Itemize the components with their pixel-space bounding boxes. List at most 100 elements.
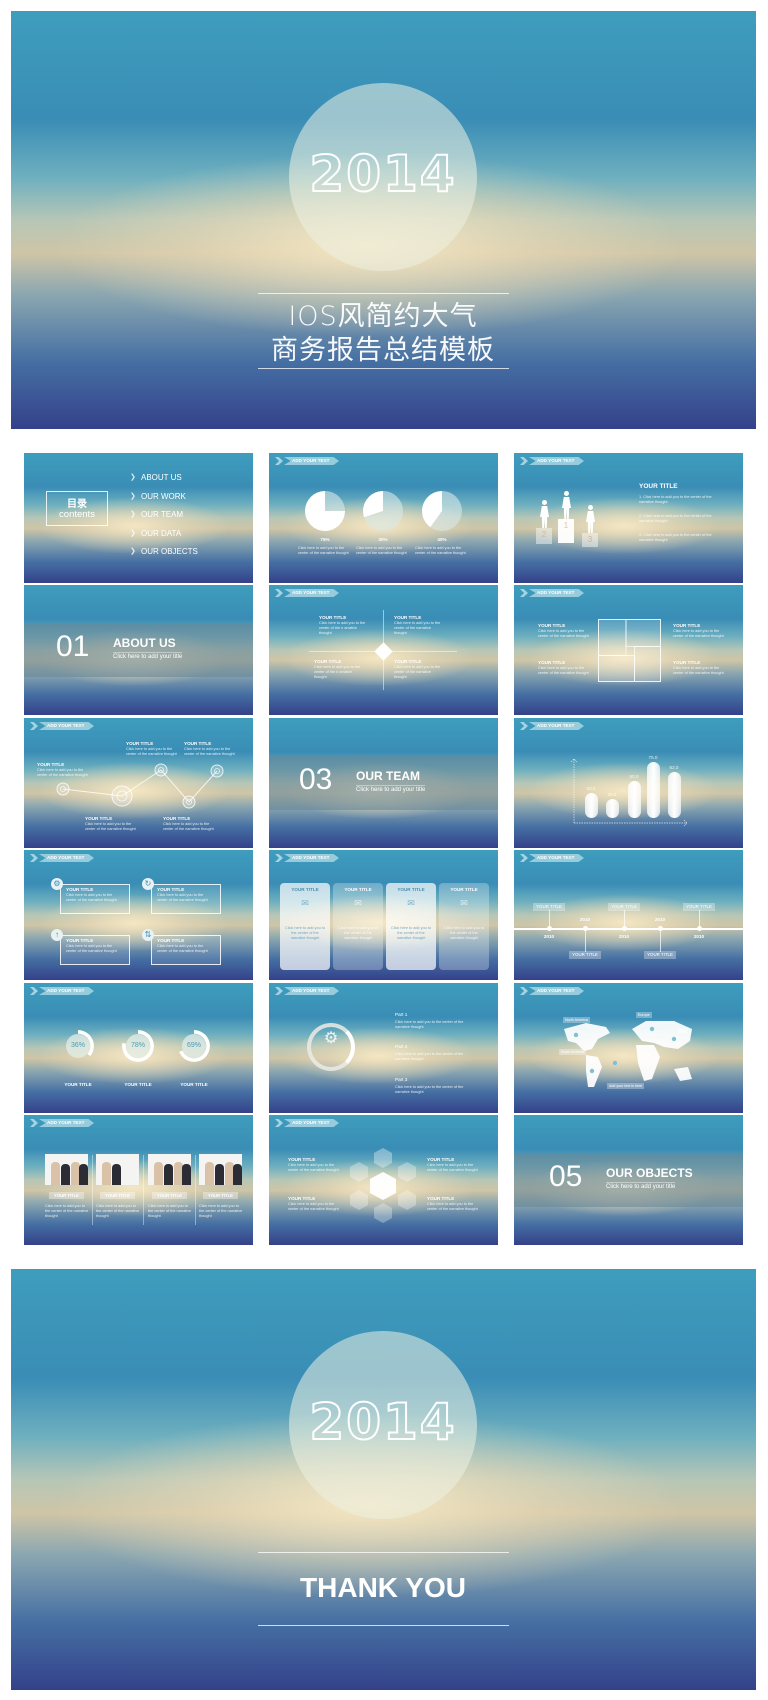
photo-title: YOUR TITLE bbox=[100, 1192, 135, 1199]
cover-slide[interactable]: 2014 IOS风简约大气 商务报告总结模板 bbox=[11, 11, 756, 429]
slide-podium[interactable]: ADD YOUR TEXT 2 1 3 YOUR TITLE 1. Click here … bbox=[514, 453, 743, 583]
contents-title-cn: 目录 bbox=[67, 499, 87, 510]
divider bbox=[258, 1625, 509, 1626]
block-title: YOUR TITLE bbox=[427, 1157, 455, 1162]
person bbox=[154, 1162, 163, 1185]
person bbox=[61, 1164, 70, 1185]
header-ribbon: ADD YOUR TEXT bbox=[30, 987, 94, 995]
connector bbox=[549, 910, 550, 927]
donut-label: 36% bbox=[70, 1042, 85, 1049]
photo-title: YOUR TITLE bbox=[152, 1192, 187, 1199]
block-text: Click here to add you to the center of t… bbox=[66, 944, 117, 954]
contents-item[interactable]: OUR OBJECTS bbox=[141, 547, 198, 556]
pie-chart bbox=[422, 491, 462, 531]
person bbox=[205, 1162, 214, 1185]
timeline-year: 2010 bbox=[543, 934, 555, 939]
photo-title: YOUR TITLE bbox=[203, 1192, 238, 1199]
team-photo bbox=[45, 1154, 88, 1185]
connector bbox=[624, 910, 625, 927]
slide-diamond[interactable]: ADD YOUR TEXT YOUR TITLE Click here to add… bbox=[269, 585, 498, 715]
slide-section-our-team[interactable]: 03 OUR TEAM Click here to add your title bbox=[269, 718, 498, 848]
slide-gear-parts[interactable]: ADD YOUR TEXT ⚙ Part 1 Click here to add yo… bbox=[269, 983, 498, 1113]
slide-section-our-objects[interactable]: 05 OUR OBJECTS Click here to add your titl… bbox=[514, 1115, 743, 1245]
line-node bbox=[182, 795, 196, 809]
photo-text: Click here to add you to the center of t… bbox=[96, 1204, 140, 1219]
pie-caption: Click here to add you to the center of t… bbox=[415, 546, 466, 556]
slide-icon-boxes[interactable]: ADD YOUR TEXT ⚙ YOUR TITLE Click here to ad… bbox=[24, 850, 253, 980]
ending-slide[interactable]: 2014 THANK YOU bbox=[11, 1269, 756, 1690]
card-title: YOUR TITLE bbox=[344, 887, 372, 892]
contents-item[interactable]: OUR WORK bbox=[141, 492, 186, 501]
bar bbox=[584, 793, 598, 818]
contents-item[interactable]: OUR DATA bbox=[141, 529, 181, 538]
slide-timeline[interactable]: ADD YOUR TEXT YOUR TITLE 2010 YOUR TITLE 201… bbox=[514, 850, 743, 980]
mail-icon: ✉ bbox=[354, 898, 362, 908]
block-title: YOUR TITLE bbox=[319, 615, 347, 620]
pie-chart bbox=[305, 491, 345, 531]
center-hexagon bbox=[370, 1172, 396, 1200]
contents-item[interactable]: ABOUT US bbox=[141, 473, 182, 482]
slide-team-photos[interactable]: ADD YOUR TEXT YOUR TITLE Click here to add… bbox=[24, 1115, 253, 1245]
person bbox=[182, 1164, 191, 1185]
part-text: Click here to add you to the center of t… bbox=[395, 1052, 464, 1062]
slide-hexagons[interactable]: ADD YOUR TEXT YOUR TITLE Click here to add… bbox=[269, 1115, 498, 1245]
hexagon bbox=[398, 1190, 416, 1210]
donut-label: 69% bbox=[186, 1042, 201, 1049]
team-photo bbox=[96, 1154, 139, 1185]
block-text: Click here to add you to the center of t… bbox=[538, 629, 589, 639]
header-label: ADD YOUR TEXT bbox=[39, 1119, 94, 1127]
block-title: YOUR TITLE bbox=[157, 938, 185, 943]
podium-item: 1. Click here to add you to the center o… bbox=[639, 495, 712, 505]
divider bbox=[143, 1155, 144, 1225]
podium-item: 2. Click here to add you to the center o… bbox=[639, 514, 712, 524]
map-label: Europe bbox=[636, 1012, 652, 1018]
line-node bbox=[56, 782, 70, 796]
chevron-right-icon: ❯ bbox=[130, 548, 136, 555]
header-label: ADD YOUR TEXT bbox=[39, 987, 94, 995]
person-icon bbox=[564, 491, 569, 496]
hexagon bbox=[350, 1190, 368, 1210]
thank-you-text: THANK YOU bbox=[300, 1572, 466, 1603]
section-subtitle: Click here to add your title bbox=[113, 652, 183, 660]
map-label: Add your text in here bbox=[607, 1083, 645, 1089]
slide-squares[interactable]: ADD YOUR TEXT YOUR TITLE Click here to add… bbox=[514, 585, 743, 715]
podium-number: 1 bbox=[563, 521, 569, 530]
divider bbox=[92, 1155, 93, 1225]
slide-bar-chart[interactable]: ADD YOUR TEXT 33.0 25.0 50.0 75.0 62.0 bbox=[514, 718, 743, 848]
slide-pie-charts[interactable]: ADD YOUR TEXT 75% Click here to add you to… bbox=[269, 453, 498, 583]
card-title: YOUR TITLE bbox=[291, 887, 319, 892]
section-number: 03 bbox=[299, 763, 333, 796]
header-ribbon: ADD YOUR TEXT bbox=[275, 1119, 339, 1127]
line-node bbox=[210, 764, 224, 778]
bar bbox=[667, 771, 681, 818]
slide-donuts[interactable]: ADD YOUR TEXT 36% YOUR TITLE 78% YOUR TITLE 6… bbox=[24, 983, 253, 1113]
section-number: 01 bbox=[56, 630, 90, 663]
world-map bbox=[564, 1021, 692, 1087]
pie-label: 40% bbox=[437, 537, 447, 542]
block-text: Click here to add you to the center of t… bbox=[288, 1202, 339, 1212]
ending-year: 2014 bbox=[308, 1392, 457, 1452]
slide-world-map[interactable]: ADD YOUR TEXT North America Europe Asia Sout… bbox=[514, 983, 743, 1113]
slide-cards[interactable]: ADD YOUR TEXT YOUR TITLE ✉ Click here to ad… bbox=[269, 850, 498, 980]
podium-number: 2 bbox=[541, 530, 547, 539]
block-text: Click here to add you to the center of t… bbox=[427, 1163, 478, 1173]
hexagon bbox=[398, 1162, 416, 1182]
header-label: ADD YOUR TEXT bbox=[39, 854, 94, 862]
slide-contents[interactable]: 目录 contents ❯ ABOUT US ❯ OUR WORK ❯ OUR TEAM ❯ OU… bbox=[24, 453, 253, 583]
person-icon bbox=[588, 505, 593, 510]
header-ribbon: ADD YOUR TEXT bbox=[30, 1119, 94, 1127]
divider bbox=[195, 1155, 196, 1225]
block-text: Click here to add you to the center of t… bbox=[85, 822, 136, 832]
bar bbox=[605, 799, 619, 818]
photo-text: Click here to add you to the center of t… bbox=[199, 1204, 243, 1219]
slide-section-about-us[interactable]: 01 ABOUT US Click here to add your title bbox=[24, 585, 253, 715]
timeline-title: YOUR TITLE bbox=[683, 903, 715, 911]
contents-item[interactable]: OUR TEAM bbox=[141, 510, 183, 519]
person-icon bbox=[542, 500, 547, 505]
block-title: YOUR TITLE bbox=[673, 623, 701, 628]
person bbox=[102, 1162, 111, 1185]
block-text: Click here to add you to the center of t… bbox=[394, 621, 441, 636]
slide-line-diagram[interactable]: ADD YOUR TEXT YOUR TITLE Click here to add… bbox=[24, 718, 253, 848]
hexagon bbox=[374, 1148, 392, 1168]
bar-label: 62.0 bbox=[669, 764, 679, 770]
